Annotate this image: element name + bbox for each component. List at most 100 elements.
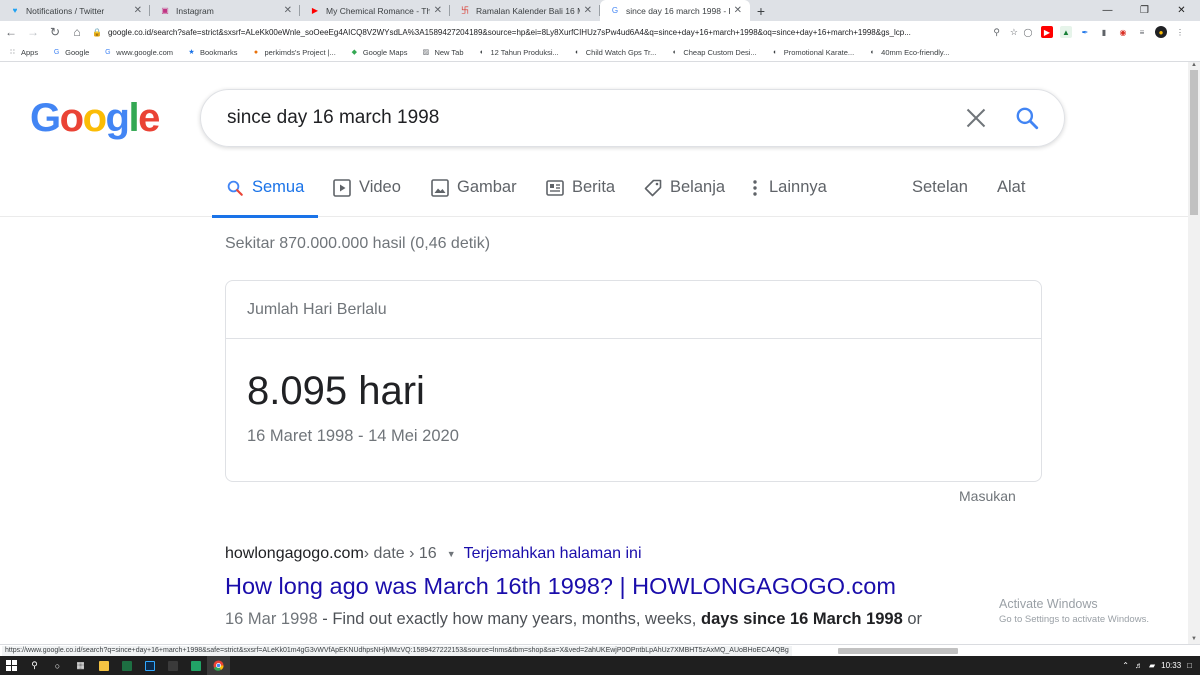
snippet-bold: days since 16 March 1998: [700, 610, 903, 628]
lock-icon[interactable]: 🔒: [92, 28, 102, 37]
bookmark-label: Child Watch Gps Tr...: [585, 47, 657, 57]
task-view-icon[interactable]: ○: [46, 656, 69, 675]
tools-link[interactable]: Alat: [997, 158, 1025, 217]
close-tab-icon[interactable]: ✕: [284, 5, 292, 16]
caret-down-icon[interactable]: ▼: [447, 549, 456, 559]
search-icon[interactable]: [1014, 105, 1040, 131]
tray-up-arrow-icon[interactable]: ⌃: [1122, 661, 1129, 670]
result-title[interactable]: How long ago was March 16th 1998? | HOWL…: [225, 573, 1025, 600]
bookmark-item[interactable]: ◆ Google Maps: [350, 48, 408, 57]
file-explorer-icon[interactable]: [92, 656, 115, 675]
globe-icon: ◐: [773, 48, 778, 56]
bookmark-item[interactable]: G Google: [52, 48, 89, 57]
bookmark-label: Cheap Custom Desi...: [683, 47, 757, 57]
shopping-tag-icon: [644, 179, 662, 197]
settings-link[interactable]: Setelan: [912, 158, 968, 217]
tab-title: My Chemical Romance - The: [326, 5, 430, 16]
search-input[interactable]: since day 16 march 1998: [227, 107, 964, 129]
tab-video[interactable]: Video: [333, 158, 401, 217]
browser-tab[interactable]: 卐 Ramalan Kalender Bali 16 Maret ✕: [450, 0, 600, 21]
restore-icon[interactable]: ❐: [1126, 0, 1163, 21]
app-icon[interactable]: [161, 656, 184, 675]
search-result: howlongagogo.com › date › 16 ▼ Terjemahk…: [225, 545, 1025, 629]
bookmark-item[interactable]: ◐ Cheap Custom Desi...: [670, 47, 757, 57]
minimize-icon[interactable]: —: [1089, 0, 1126, 21]
bookmark-item[interactable]: ∷ Apps: [8, 48, 38, 57]
video-icon: [333, 178, 351, 197]
home-icon[interactable]: ⌂: [66, 21, 88, 43]
chart-extension-icon[interactable]: ▲: [1060, 26, 1072, 38]
speaker-icon[interactable]: ♬: [1135, 661, 1143, 670]
clock[interactable]: 10:33: [1161, 661, 1181, 670]
menu-lines-icon[interactable]: ≡: [1136, 26, 1148, 38]
new-tab-button[interactable]: +: [750, 0, 772, 21]
bookmark-star-icon[interactable]: ☆: [1010, 27, 1018, 38]
windows-start-icon[interactable]: [0, 656, 23, 675]
browser-tab[interactable]: ▣ Instagram ✕: [150, 0, 300, 21]
status-bar: https://www.google.co.id/search?q=since+…: [0, 644, 1200, 656]
scroll-down-icon[interactable]: ▼: [1188, 636, 1200, 644]
bookmark-item[interactable]: ◐ Promotional Karate...: [771, 48, 854, 57]
excel-icon[interactable]: [115, 656, 138, 675]
vertical-scrollbar[interactable]: ▲ ▼: [1188, 62, 1200, 644]
multitask-icon[interactable]: ▦: [69, 656, 92, 675]
address-url[interactable]: google.co.id/search?safe=strict&sxsrf=AL…: [108, 28, 993, 37]
reload-icon[interactable]: ↻: [44, 21, 66, 43]
bookmark-label: Apps: [21, 47, 39, 57]
tab-title: Ramalan Kalender Bali 16 Maret: [476, 5, 580, 16]
browser-tab[interactable]: ♥ Notifications / Twitter ✕: [0, 0, 150, 21]
feedback-link[interactable]: Masukan: [959, 488, 1016, 504]
tab-semua[interactable]: Semua: [212, 158, 318, 218]
network-icon[interactable]: ▰: [1149, 661, 1155, 670]
bookmark-item[interactable]: ◐ 12 Tahun Produksi...: [478, 48, 559, 57]
record-extension-icon[interactable]: ◉: [1117, 26, 1129, 38]
bookmark-label: perkimds's Project |...: [264, 47, 336, 57]
youtube-extension-icon[interactable]: ▶: [1041, 26, 1053, 38]
photoshop-icon[interactable]: [138, 656, 161, 675]
close-tab-icon[interactable]: ✕: [134, 5, 142, 16]
close-tab-icon[interactable]: ✕: [734, 5, 742, 16]
chrome-icon[interactable]: [207, 656, 230, 675]
google-icon: G: [611, 6, 619, 15]
extension-circle-icon[interactable]: ◯: [1022, 26, 1034, 38]
google-logo[interactable]: Google: [30, 96, 160, 141]
tab-lainnya[interactable]: Lainnya: [750, 158, 827, 217]
speech-extension-icon[interactable]: ▮: [1098, 26, 1110, 38]
tab-belanja[interactable]: Belanja: [644, 158, 725, 217]
bookmark-item[interactable]: Gwww.google.com: [103, 48, 173, 57]
notifications-icon[interactable]: □: [1187, 661, 1192, 670]
search-box[interactable]: since day 16 march 1998: [200, 89, 1065, 147]
bookmark-item[interactable]: ◐ Child Watch Gps Tr...: [573, 47, 657, 57]
result-path[interactable]: › date › 16: [364, 545, 437, 563]
bookmark-item[interactable]: ★ Bookmarks: [187, 48, 237, 57]
system-tray: ⌃ ♬ ▰ 10:33 □: [1122, 656, 1200, 675]
profile-avatar[interactable]: ●: [1155, 26, 1167, 38]
search-icon[interactable]: ⚲: [23, 656, 46, 675]
horizontal-scrollbar-thumb[interactable]: [838, 648, 958, 654]
translate-link[interactable]: Terjemahkan halaman ini: [464, 545, 642, 563]
feather-extension-icon[interactable]: ✒: [1079, 26, 1091, 38]
bookmark-item[interactable]: ● perkimds's Project |...: [252, 48, 336, 57]
project-icon: ●: [253, 48, 259, 56]
kebab-menu-icon[interactable]: ⋮: [1174, 26, 1186, 38]
address-bar[interactable]: 🔒 google.co.id/search?safe=strict&sxsrf=…: [92, 23, 1022, 41]
tab-gambar[interactable]: Gambar: [431, 158, 517, 217]
google-icon: G: [53, 48, 60, 56]
browser-tab[interactable]: ▶ My Chemical Romance - The ✕: [300, 0, 450, 21]
green-app-icon[interactable]: [184, 656, 207, 675]
forward-arrow-icon[interactable]: →: [22, 21, 44, 43]
back-arrow-icon[interactable]: ←: [0, 21, 22, 43]
close-window-icon[interactable]: ✕: [1163, 0, 1200, 21]
close-tab-icon[interactable]: ✕: [584, 5, 592, 16]
bookmark-item[interactable]: ▨ New Tab: [421, 48, 464, 57]
bookmark-item[interactable]: ◐ 40mm Eco-friendly...: [868, 48, 950, 57]
tab-label: Lainnya: [769, 178, 827, 196]
scrollbar-thumb[interactable]: [1190, 70, 1198, 215]
zoom-icon[interactable]: ⚲: [993, 27, 1000, 38]
close-tab-icon[interactable]: ✕: [434, 5, 442, 16]
tab-berita[interactable]: Berita: [546, 158, 615, 217]
scroll-up-icon[interactable]: ▲: [1188, 62, 1200, 70]
browser-tab[interactable]: Gsince day 16 march 1998 - Penel ✕: [600, 0, 750, 21]
clear-icon[interactable]: [964, 106, 988, 130]
result-site[interactable]: howlongagogo.com: [225, 545, 364, 563]
